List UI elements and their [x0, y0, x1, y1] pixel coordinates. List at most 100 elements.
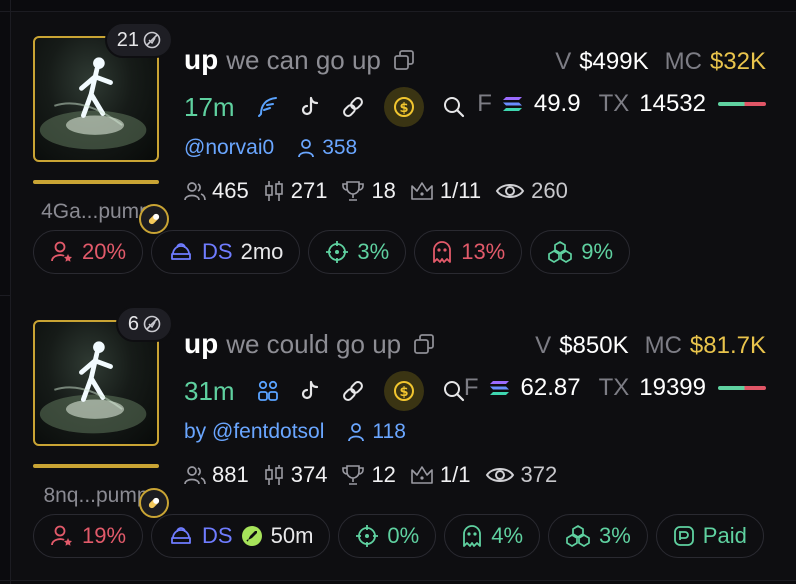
svg-text:$: $	[399, 385, 408, 400]
bundle-icon	[547, 240, 573, 264]
marketcap-label: MC	[644, 332, 682, 359]
buy-sell-ratio-bar	[718, 102, 766, 106]
eye-icon	[485, 464, 515, 486]
dev-status-chip[interactable]: DS 2mo	[151, 230, 301, 274]
feather-icon[interactable]	[256, 95, 280, 119]
marketcap-value: $32K	[709, 48, 766, 75]
token-card[interactable]: 6 8nq...pump up we could go up V $850K M…	[11, 296, 796, 580]
dev-status-age: 50m	[270, 523, 314, 548]
metrics-row: 465 271 18 1/11 260	[184, 178, 568, 204]
no-entry-icon	[143, 315, 161, 333]
fee-tx-stats: F 49.9 TX 14532	[477, 90, 766, 118]
bundle-chip[interactable]: 9%	[530, 230, 631, 274]
user-star-icon	[50, 524, 74, 548]
tiktok-icon[interactable]	[298, 95, 322, 119]
candlestick-icon	[263, 180, 285, 202]
tx-count: 19399	[639, 374, 706, 401]
fee-label: F	[463, 374, 479, 401]
holders-count: 881	[212, 462, 249, 487]
trophy-icon	[341, 464, 365, 486]
crown-icon	[410, 464, 434, 486]
token-name[interactable]: we could go up	[226, 329, 401, 360]
top-holders-count: 12	[371, 462, 396, 487]
fee-label: F	[477, 90, 492, 117]
title-row: up we could go up	[184, 328, 435, 360]
holders-badge: 21	[104, 22, 173, 58]
community-icon[interactable]	[256, 379, 280, 403]
metrics-row: 881 374 12 1/1 372	[184, 462, 557, 488]
top10-value: 19%	[82, 523, 127, 548]
user-star-icon	[50, 240, 74, 264]
volume-marketcap: V $499K MC $32K	[555, 48, 766, 76]
snipers-value: 3%	[357, 239, 390, 264]
token-thumbnail-wrap: 21 4Ga...pump	[33, 22, 173, 234]
bonding-progress-bar	[33, 180, 159, 184]
link-icon[interactable]	[340, 94, 366, 120]
volume-label: V	[535, 332, 552, 359]
stats-chips: 19% DS 50m 0% 4% 3% Paid	[33, 514, 764, 558]
holders-badge-count: 6	[127, 312, 139, 335]
row-divider	[0, 580, 796, 581]
insiders-chip[interactable]: 4%	[444, 514, 540, 558]
tx-label: TX	[598, 90, 630, 117]
paid-chip[interactable]: Paid	[655, 514, 764, 558]
copy-icon[interactable]	[393, 49, 415, 71]
insiders-value: 13%	[461, 239, 506, 264]
bundle-value: 9%	[581, 239, 614, 264]
creator-handle[interactable]: by @fentdotsol	[184, 420, 324, 444]
search-icon[interactable]	[442, 95, 466, 119]
candlestick-icon	[263, 464, 285, 486]
volume-label: V	[555, 48, 572, 75]
creator-followers: 118	[372, 420, 406, 443]
token-ticker[interactable]: up	[184, 44, 218, 76]
crown-icon	[410, 180, 434, 202]
buy-sell-ratio-bar	[718, 386, 766, 390]
dollar-coin-icon[interactable]: $	[384, 371, 424, 411]
token-thumbnail-wrap: 6 8nq...pump	[33, 306, 173, 518]
ghost-icon	[431, 240, 453, 264]
holders-badge-count: 21	[116, 28, 139, 51]
tiktok-icon[interactable]	[298, 379, 322, 403]
bundle-chip[interactable]: 3%	[548, 514, 648, 558]
dev-status-age: 2mo	[240, 239, 284, 264]
copy-icon[interactable]	[413, 333, 435, 355]
rocket-icon	[241, 525, 263, 547]
search-icon[interactable]	[442, 379, 466, 403]
token-name[interactable]: we can go up	[226, 45, 381, 76]
token-age: 31m	[184, 375, 235, 406]
bundle-icon	[565, 524, 591, 548]
top10-chip[interactable]: 19%	[33, 514, 144, 558]
creator-handle[interactable]: @norvai0	[184, 136, 274, 160]
token-card[interactable]: 21 4Ga...pump up we can go up V $499K MC…	[11, 12, 796, 296]
no-entry-icon	[143, 31, 161, 49]
creator-followers: 358	[322, 136, 358, 159]
insiders-value: 4%	[491, 523, 523, 548]
snipers-chip[interactable]: 3%	[308, 230, 407, 274]
token-ticker[interactable]: up	[184, 328, 218, 360]
tx-label: TX	[598, 374, 630, 401]
snipers-chip[interactable]: 0%	[338, 514, 437, 558]
fee-value: 49.9	[533, 90, 581, 117]
dollar-coin-icon[interactable]: $	[384, 87, 424, 127]
dev-status-label: DS	[202, 523, 233, 548]
user-icon	[296, 138, 316, 158]
paid-value: Paid	[702, 523, 747, 548]
rank-value: 1/11	[439, 178, 482, 203]
svg-text:$: $	[399, 101, 408, 116]
top10-chip[interactable]: 20%	[33, 230, 144, 274]
views-count: 260	[531, 178, 568, 203]
volume-value: $499K	[579, 48, 649, 75]
fee-value: 62.87	[520, 374, 581, 401]
tx-count: 14532	[639, 90, 706, 117]
dev-hat-icon	[168, 524, 194, 548]
holders-icon	[184, 181, 206, 201]
volume-value: $850K	[559, 332, 629, 359]
rank-value: 1/1	[439, 462, 471, 487]
dev-status-chip[interactable]: DS 50m	[151, 514, 331, 558]
insiders-chip[interactable]: 13%	[414, 230, 523, 274]
bundle-value: 3%	[599, 523, 631, 548]
link-icon[interactable]	[340, 378, 366, 404]
bonding-progress-bar	[33, 464, 159, 468]
paid-icon	[673, 525, 695, 547]
trophy-icon	[341, 180, 365, 202]
